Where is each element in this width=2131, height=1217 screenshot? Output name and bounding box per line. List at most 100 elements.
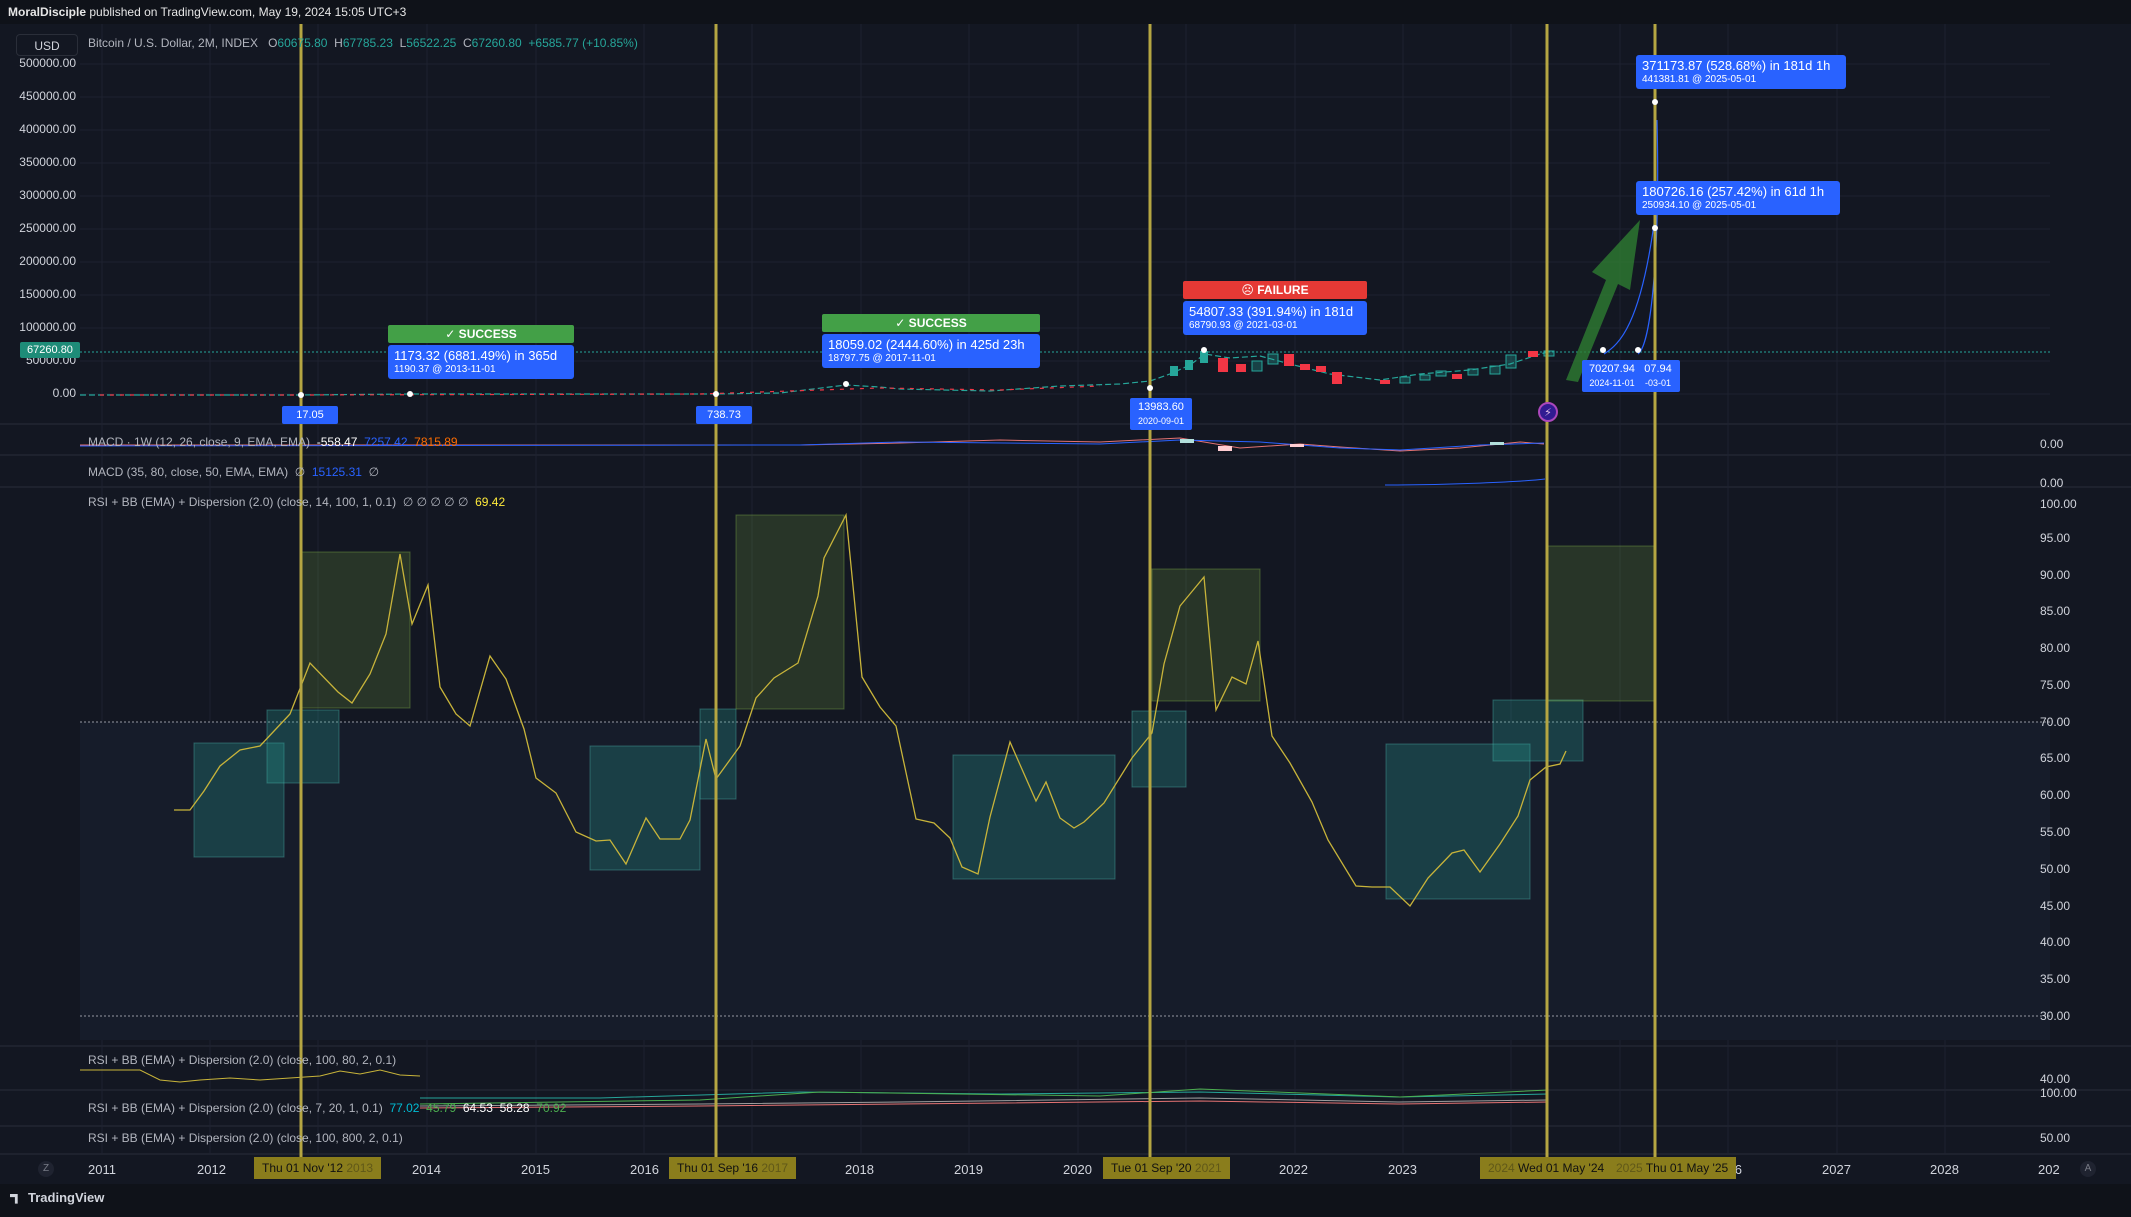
low-tag-value: 13983.60	[1138, 401, 1184, 413]
chart-area[interactable]: ⚡ USD Bitcoin / U.S. Dollar, 2M, INDEX O…	[0, 24, 2131, 1184]
measure-callout[interactable]: 180726.16 (257.42%) in 61d 1h 250934.10 @…	[1636, 181, 1840, 215]
svg-text:⚡: ⚡	[1544, 406, 1552, 419]
high-label: H	[334, 36, 343, 50]
rsi-axis-label: 65.00	[2040, 751, 2071, 765]
rsi-legend-small[interactable]: RSI + BB (EMA) + Dispersion (2.0) (close…	[88, 1131, 403, 1145]
price-axis-label: 200000.00	[19, 254, 76, 268]
symbol-name[interactable]: Bitcoin / U.S. Dollar, 2M, INDEX	[88, 36, 258, 50]
rsi-small-axis-label: 100.00	[2040, 1086, 2077, 1100]
zoom-reset-icon[interactable]: Z	[38, 1161, 54, 1177]
callout-main: 18059.02 (2444.60%) in 425d 23h	[828, 337, 1025, 352]
rsi-axis-label: 95.00	[2040, 531, 2071, 545]
high-value: 67785.23	[342, 36, 393, 50]
tradingview-logo-icon	[10, 1193, 18, 1204]
price-axis-label: 150000.00	[19, 287, 76, 301]
close-label: C	[462, 36, 472, 50]
indicator-value: 77.02	[389, 1101, 420, 1115]
callout-sub: 441381.81 @ 2025-05-01	[1642, 74, 1757, 85]
low-tag-date: -03-01	[1644, 378, 1671, 388]
symbol-legend: Bitcoin / U.S. Dollar, 2M, INDEX O60675.…	[88, 36, 638, 50]
time-axis-label: 2013	[346, 1161, 374, 1175]
indicator-value: 69.42	[475, 495, 506, 509]
low-tag-value: 70207.94	[1589, 363, 1635, 375]
price-axis-label: 0.00	[52, 386, 76, 400]
low-tag: 738.73	[696, 406, 752, 424]
macd-axis-label: 0.00	[2040, 437, 2064, 451]
indicator-value: 45.79	[426, 1101, 457, 1115]
rsi-axis-label: 35.00	[2040, 972, 2071, 986]
callout-main: 1173.32 (6881.49%) in 365d	[394, 348, 558, 363]
time-marker-tag: 2025 Thu 01 May '25	[1608, 1157, 1737, 1179]
indicator-value: 15125.31	[311, 465, 362, 479]
indicator-title: RSI + BB (EMA) + Dispersion (2.0) (close…	[88, 495, 397, 509]
measure-callout[interactable]: 371173.87 (528.68%) in 181d 1h 441381.81 …	[1636, 55, 1846, 89]
time-axis-label: 202	[2038, 1162, 2060, 1177]
indicator-value: 7257.42	[364, 435, 408, 449]
rsi-small-axis-label: 40.00	[2040, 1072, 2071, 1086]
author-name[interactable]: MoralDisciple	[8, 5, 86, 19]
low-tag-date: 2020-09-01	[1137, 416, 1185, 426]
rsi-axis-label: 50.00	[2040, 862, 2071, 876]
time-axis-label: 2019	[954, 1162, 983, 1177]
measure-callout[interactable]: 18059.02 (2444.60%) in 425d 23h 18797.75 …	[822, 334, 1040, 368]
callout-sub: 68790.93 @ 2021-03-01	[1189, 320, 1298, 331]
time-axis-label: 2021	[1194, 1161, 1222, 1175]
low-tag: 17.05	[282, 406, 338, 424]
rsi-axis-label: 45.00	[2040, 899, 2071, 913]
macd-legend[interactable]: MACD (35, 80, close, 50, EMA, EMA) ∅ 151…	[88, 465, 379, 479]
measure-callout[interactable]: 1173.32 (6881.49%) in 365d 1190.37 @ 2013…	[388, 345, 574, 379]
publish-info: published on TradingView.com, May 19, 20…	[86, 5, 407, 19]
time-marker-tag: Tue 01 Sep '20 2021	[1103, 1157, 1230, 1179]
rsi-axis-label: 30.00	[2040, 1009, 2071, 1023]
time-axis-label: 2028	[1930, 1162, 1959, 1177]
callout-main: 180726.16 (257.42%) in 61d 1h	[1642, 184, 1825, 199]
rsi-axis-label: 100.00	[2040, 497, 2077, 511]
indicator-value: 64.53	[462, 1101, 493, 1115]
measure-callout[interactable]: 54807.33 (391.94%) in 181d 68790.93 @ 202…	[1183, 301, 1367, 335]
time-axis-label: 2012	[197, 1162, 226, 1177]
rsi-axis-label: 75.00	[2040, 678, 2071, 692]
price-axis-label: 350000.00	[19, 155, 76, 169]
callout-sub: 250934.10 @ 2025-05-01	[1642, 200, 1757, 211]
time-axis-label: 2015	[521, 1162, 550, 1177]
time-axis-label: 2020	[1063, 1162, 1092, 1177]
low-tag-date: 2024-11-01	[1589, 378, 1635, 388]
tradingview-logo-text: TradingView	[28, 1190, 105, 1205]
low-tag: 13983.60 2020-09-01	[1130, 398, 1192, 430]
time-axis-label: 2017	[761, 1161, 789, 1175]
currency-button[interactable]: USD	[16, 34, 78, 56]
low-tag: 70207.94 2024-11-01	[1582, 360, 1642, 392]
tradingview-logo[interactable]: TradingView	[10, 1190, 104, 1205]
indicator-title: RSI + BB (EMA) + Dispersion (2.0) (close…	[88, 1101, 383, 1115]
time-axis-label: 2024	[1488, 1161, 1515, 1175]
rsi-legend[interactable]: RSI + BB (EMA) + Dispersion (2.0) (close…	[88, 495, 505, 509]
success-label: ✓ SUCCESS	[388, 325, 574, 343]
low-tag-value: 07.94	[1644, 363, 1672, 375]
indicator-title: RSI + BB (EMA) + Dispersion (2.0) (close…	[88, 1053, 397, 1067]
auto-scale-icon[interactable]: A	[2080, 1161, 2096, 1177]
rsi-axis-label: 70.00	[2040, 715, 2071, 729]
time-axis-label: 2027	[1822, 1162, 1851, 1177]
indicator-title: MACD (35, 80, close, 50, EMA, EMA)	[88, 465, 289, 479]
time-marker-date: Wed 01 May '24	[1518, 1161, 1605, 1175]
time-marker-date: Thu 01 May '25	[1645, 1161, 1729, 1175]
publish-header: MoralDisciple published on TradingView.c…	[0, 0, 2131, 24]
rsi-small-axis-label: 50.00	[2040, 1131, 2071, 1145]
time-marker-date: Thu 01 Sep '16	[677, 1161, 759, 1175]
callout-main: 371173.87 (528.68%) in 181d 1h	[1642, 58, 1831, 73]
time-axis-label: 2025	[1616, 1161, 1643, 1175]
time-marker-date: Thu 01 Nov '12	[262, 1161, 344, 1175]
success-label: ✓ SUCCESS	[822, 314, 1040, 332]
rsi-legend-small[interactable]: RSI + BB (EMA) + Dispersion (2.0) (close…	[88, 1101, 566, 1115]
rsi-axis-label: 55.00	[2040, 825, 2071, 839]
price-candles	[1170, 350, 1555, 384]
price-axis-label: 100000.00	[19, 320, 76, 334]
callout-sub: 18797.75 @ 2017-11-01	[828, 353, 936, 364]
callout-main: 54807.33 (391.94%) in 181d	[1189, 304, 1354, 319]
rsi-axis-label: 40.00	[2040, 935, 2071, 949]
time-axis-label: 2011	[88, 1162, 116, 1177]
price-axis-label: 450000.00	[19, 89, 76, 103]
low-tag: 07.94 -03-01	[1636, 360, 1680, 392]
macd-weekly-legend[interactable]: MACD · 1W (12, 26, close, 9, EMA, EMA) -…	[88, 435, 458, 449]
rsi-legend-small[interactable]: RSI + BB (EMA) + Dispersion (2.0) (close…	[88, 1053, 396, 1067]
